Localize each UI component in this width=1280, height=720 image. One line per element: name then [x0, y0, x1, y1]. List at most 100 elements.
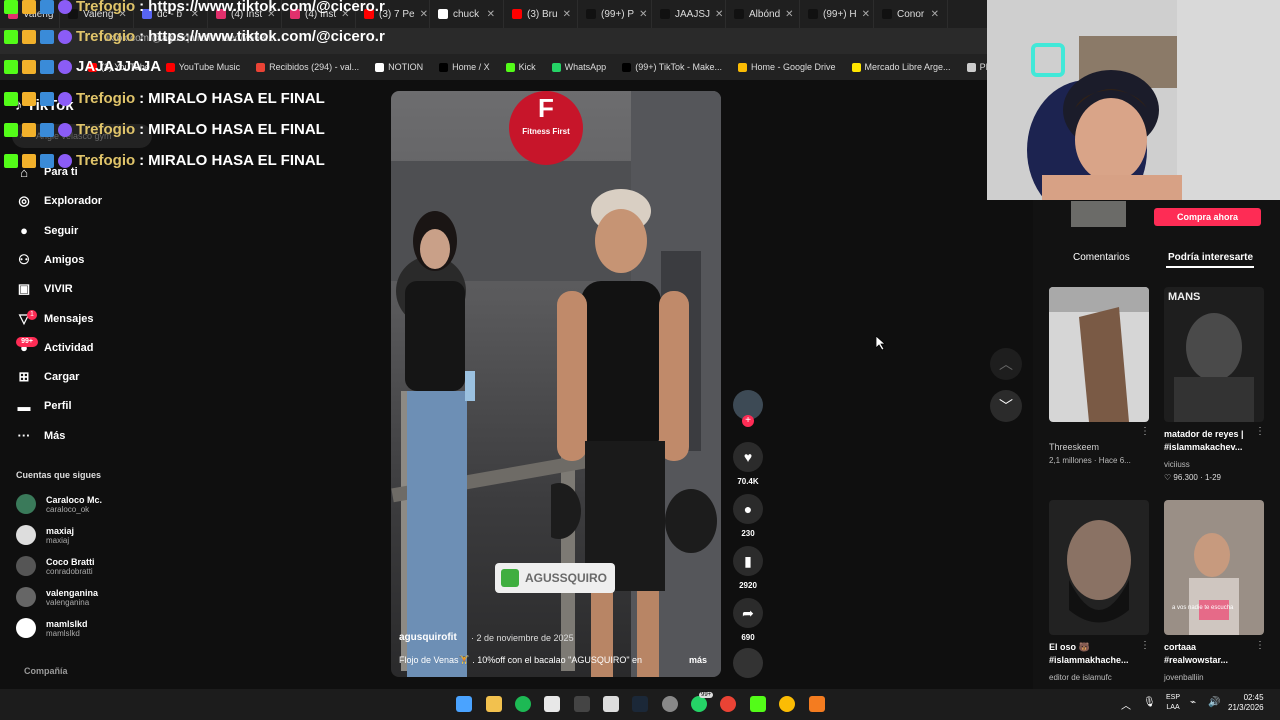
- card-title[interactable]: El oso 🐻 #islammakhache...: [1049, 641, 1145, 667]
- browser-tab[interactable]: (3) Bru ✕: [504, 0, 578, 28]
- language-indicator[interactable]: ESP LAA: [1166, 693, 1180, 713]
- comment-button[interactable]: ● 230: [733, 494, 763, 538]
- bookmark-item[interactable]: Kick: [505, 62, 536, 72]
- bookmark-item[interactable]: YouTube Music: [165, 62, 240, 72]
- microphone-icon[interactable]: 🎙: [1143, 697, 1156, 708]
- sidebar-item[interactable]: ● Seguir: [16, 223, 78, 239]
- caption-more-link[interactable]: más: [689, 655, 707, 665]
- kick-badge-icon: [4, 0, 18, 14]
- volume-icon[interactable]: 🔊: [1208, 697, 1220, 708]
- bookmark-favicon-icon: [551, 62, 561, 72]
- browser-tab[interactable]: (99+) H ✕: [800, 0, 874, 28]
- close-tab-icon[interactable]: ✕: [785, 9, 793, 20]
- card-title[interactable]: matador de reyes | #islammakachev...: [1164, 428, 1260, 454]
- followed-account[interactable]: valenganina valenganina: [16, 587, 98, 607]
- whatsapp-icon[interactable]: [691, 696, 707, 712]
- kick-app-icon[interactable]: [750, 696, 766, 712]
- card-author[interactable]: editor de islamufc: [1049, 673, 1112, 682]
- file-explorer-icon[interactable]: [486, 696, 502, 712]
- bookmark-item[interactable]: WhatsApp: [551, 62, 606, 72]
- bookmark-item[interactable]: Recibidos (294) - val...: [256, 62, 359, 72]
- thumbnail-overlay-text: MANS: [1168, 291, 1201, 303]
- close-tab-icon[interactable]: ✕: [487, 9, 495, 20]
- browser-tab[interactable]: Conor ✕: [874, 0, 948, 28]
- video-author[interactable]: agusquirofit: [399, 632, 457, 643]
- sidebar-item[interactable]: ▬ Perfil: [16, 398, 72, 414]
- sound-disc-icon[interactable]: [733, 648, 763, 678]
- bookmark-item[interactable]: Home - Google Drive: [737, 62, 836, 72]
- followed-account[interactable]: mamlslkd mamlslkd: [16, 618, 88, 638]
- chat-message: Trefogio: MIRALO HASA EL FINAL: [4, 90, 325, 107]
- suggested-video-card[interactable]: [1049, 500, 1149, 635]
- bookmark-item[interactable]: (99+) TikTok - Make...: [622, 62, 722, 72]
- chat-username: Trefogio: [76, 90, 136, 107]
- tab-suggested[interactable]: Podría interesarte: [1168, 252, 1253, 263]
- suggested-video-card[interactable]: a vos nadie te escucha: [1164, 500, 1264, 635]
- card-title[interactable]: Threeskeem: [1049, 441, 1145, 454]
- sidebar-item[interactable]: ◎ Explorador: [16, 193, 102, 209]
- sidebar-item-label: Seguir: [44, 224, 79, 237]
- close-tab-icon[interactable]: ✕: [420, 9, 428, 20]
- browser-tab[interactable]: JAAJSJ ✕: [652, 0, 726, 28]
- suggested-video-card[interactable]: [1049, 287, 1149, 422]
- bookmark-item[interactable]: NOTION: [375, 62, 423, 72]
- close-tab-icon[interactable]: ✕: [639, 9, 647, 20]
- product-thumbnail[interactable]: [1071, 201, 1126, 227]
- video-player[interactable]: F Fitness First AGUSSQUIRO agusquirofit …: [391, 91, 721, 677]
- company-link[interactable]: Compañía: [24, 666, 68, 676]
- sidebar-item[interactable]: ··· Más: [16, 428, 66, 444]
- chrome-active-icon[interactable]: [779, 696, 795, 712]
- bookmark-item[interactable]: Mercado Libre Arge...: [851, 62, 951, 72]
- buy-now-button[interactable]: Compra ahora: [1154, 208, 1261, 226]
- card-menu-icon[interactable]: ⋮: [1140, 426, 1150, 437]
- previous-video-button[interactable]: ︿: [990, 348, 1022, 380]
- video-thumbnail: [1164, 287, 1264, 422]
- capcut-icon[interactable]: [603, 696, 619, 712]
- spotify-icon[interactable]: [515, 696, 531, 712]
- followed-account[interactable]: Caraloco Mc. caraloco_ok: [16, 494, 102, 514]
- bookmark-item[interactable]: Home / X: [439, 62, 490, 72]
- next-video-button[interactable]: ﹀: [990, 390, 1022, 422]
- kick-badge-icon: [4, 91, 18, 106]
- language-text: ESP LAA: [1166, 694, 1181, 711]
- start-icon[interactable]: [456, 696, 472, 712]
- followed-account[interactable]: Coco Bratti conradobratti: [16, 556, 95, 576]
- browser-tab[interactable]: chuck ✕: [430, 0, 504, 28]
- sidebar-item[interactable]: ▣ VIVIR: [16, 281, 73, 297]
- steam-icon[interactable]: [632, 696, 648, 712]
- bookmark-label: Mercado Libre Arge...: [864, 62, 951, 72]
- account-handle: conradobratti: [46, 566, 93, 576]
- account-name: Coco Bratti: [46, 556, 95, 567]
- discord-icon[interactable]: [662, 696, 678, 712]
- sidebar-item[interactable]: ⚇ Amigos: [16, 252, 84, 268]
- close-tab-icon[interactable]: ✕: [563, 9, 571, 20]
- network-icon[interactable]: ⌁: [1190, 697, 1196, 708]
- close-tab-icon[interactable]: ✕: [715, 9, 723, 20]
- chrome-icon[interactable]: [720, 696, 736, 712]
- browser-tab[interactable]: Albónd ✕: [726, 0, 800, 28]
- sidebar-item[interactable]: ⊞ Cargar: [16, 369, 80, 385]
- epic-games-icon[interactable]: [574, 696, 590, 712]
- followed-account[interactable]: maxiaj maxiaj: [16, 525, 74, 545]
- browser-tab[interactable]: (99+) P ✕: [578, 0, 652, 28]
- card-title[interactable]: cortaaa #realwowstar...: [1164, 641, 1260, 667]
- webcam-overlay: [987, 0, 1280, 200]
- app-icon[interactable]: [809, 696, 825, 712]
- tab-favicon-icon: [438, 9, 448, 19]
- follow-plus-icon[interactable]: +: [742, 415, 754, 427]
- suggested-video-card[interactable]: MANS: [1164, 287, 1264, 422]
- store-icon[interactable]: [544, 696, 560, 712]
- tab-comments[interactable]: Comentarios: [1073, 252, 1130, 263]
- card-author[interactable]: jovenballiin: [1164, 673, 1204, 682]
- system-clock[interactable]: 02:45 21/3/2026: [1228, 693, 1264, 713]
- chat-message: JAJAJJAJA: [4, 58, 161, 75]
- card-author[interactable]: viciiuss: [1164, 460, 1190, 469]
- tray-chevron-icon[interactable]: ︿: [1121, 697, 1131, 712]
- save-button[interactable]: ▮ 2920: [733, 546, 763, 590]
- close-tab-icon[interactable]: ✕: [931, 9, 939, 20]
- chevron-up-icon: ︿: [999, 356, 1013, 372]
- close-tab-icon[interactable]: ✕: [862, 9, 870, 20]
- like-button[interactable]: ♥ 70.4K: [733, 442, 763, 486]
- share-button[interactable]: ➦ 690: [733, 598, 763, 642]
- account-name: mamlslkd: [46, 618, 88, 629]
